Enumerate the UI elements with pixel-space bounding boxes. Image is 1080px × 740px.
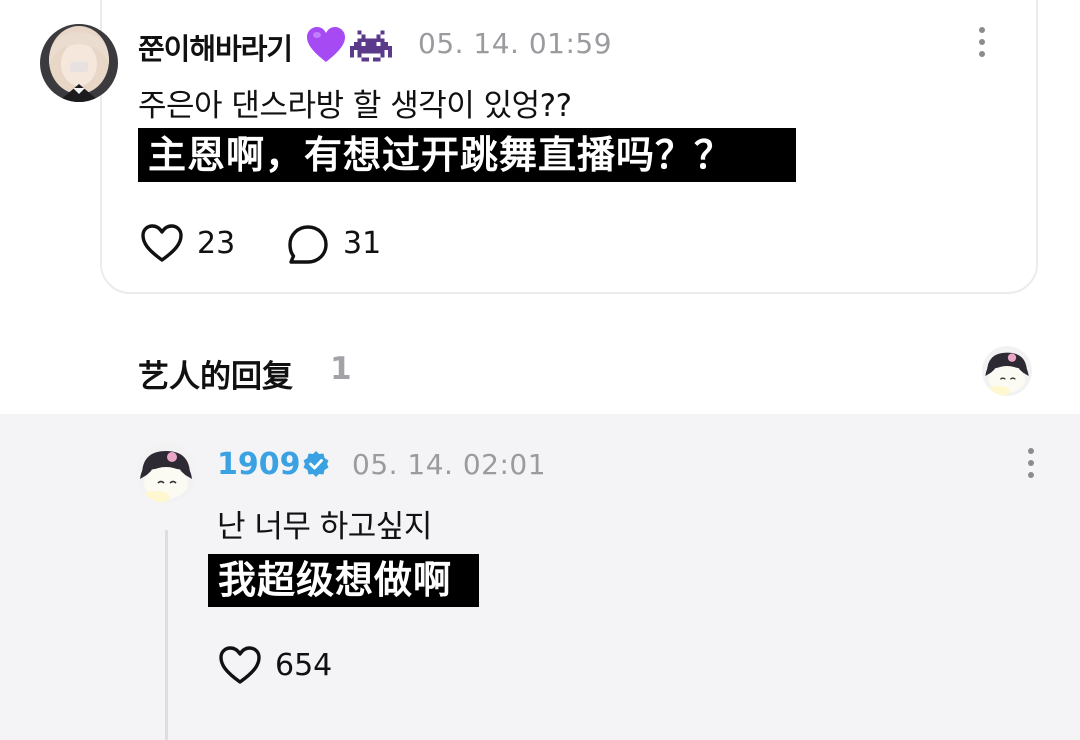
post-translation-subtitle: 主恩啊，有想过开跳舞直播吗？？ (138, 128, 796, 182)
user-avatar[interactable] (40, 24, 118, 102)
post-username[interactable]: 쭌이해바라기 (138, 26, 293, 68)
reply-translation-subtitle: 我超级想做啊 (208, 554, 479, 607)
post-comment-count: 31 (343, 226, 382, 261)
purple-heart-icon (306, 26, 346, 64)
artist-avatar[interactable] (136, 443, 196, 503)
post-more-options-icon[interactable] (976, 27, 988, 61)
reply-like-heart-icon[interactable] (218, 645, 262, 685)
post-like-count: 23 (197, 226, 236, 261)
reply-timestamp: 05. 14. 02:01 (352, 448, 547, 481)
artist-avatar-small[interactable] (982, 346, 1032, 396)
reply-text: 난 너무 하고싶지 (217, 509, 432, 545)
verified-badge-icon (302, 450, 330, 478)
space-invader-icon (350, 30, 392, 62)
reply-like-count: 654 (275, 648, 333, 683)
comment-bubble-icon[interactable] (287, 224, 329, 266)
post-timestamp: 05. 14. 01:59 (418, 27, 613, 60)
post-text: 주은아 댄스라방 할 생각이 있엉?? (138, 88, 572, 124)
artist-reply-count: 1 (330, 351, 352, 387)
reply-more-options-icon[interactable] (1025, 448, 1037, 482)
reply-username[interactable]: 1909 (217, 447, 301, 482)
thread-line (165, 530, 168, 740)
like-heart-icon[interactable] (140, 223, 184, 263)
artist-reply-section-title: 艺人的回复 (138, 359, 293, 395)
